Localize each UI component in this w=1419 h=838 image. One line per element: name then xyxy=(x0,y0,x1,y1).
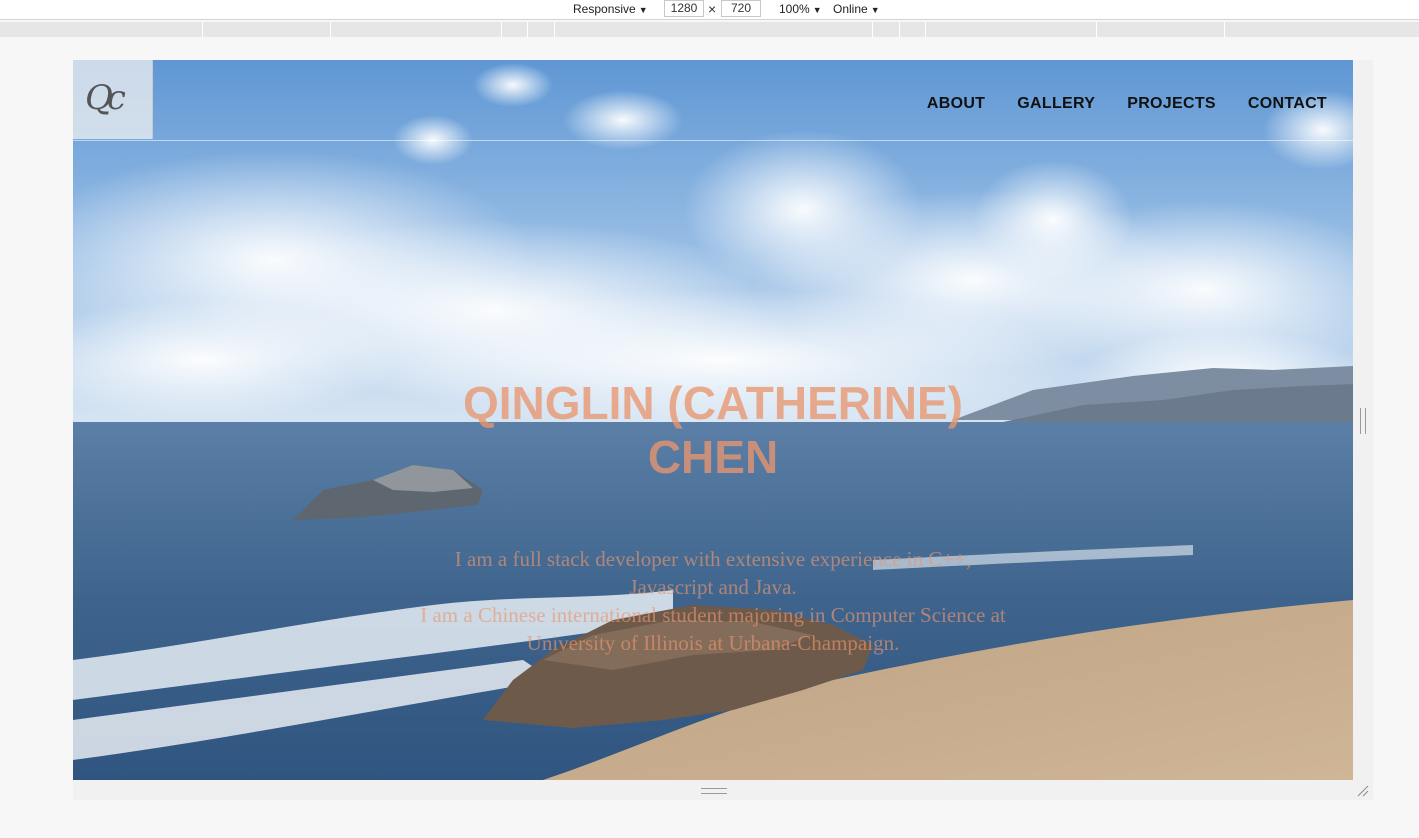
mq-divider xyxy=(925,22,926,37)
main-nav: ABOUT GALLERY PROJECTS CONTACT xyxy=(927,95,1327,113)
network-caret-icon: ▼ xyxy=(870,5,880,15)
device-select[interactable]: Responsive ▼ xyxy=(573,2,648,17)
resize-corner-icon[interactable] xyxy=(1356,784,1370,798)
hero-intro: I am a full stack developer with extensi… xyxy=(373,545,1053,657)
mq-divider xyxy=(1096,22,1097,37)
site-logo[interactable]: Qc xyxy=(73,60,153,139)
mq-divider xyxy=(1224,22,1225,37)
emulated-viewport: Qc ABOUT GALLERY PROJECTS CONTACT QINGLI… xyxy=(73,60,1353,780)
network-label: Online xyxy=(833,2,868,16)
nav-gallery[interactable]: GALLERY xyxy=(1017,95,1095,113)
mq-divider xyxy=(554,22,555,37)
zoom-label: 100% xyxy=(779,2,810,16)
hero-intro-line: I am a Chinese international student maj… xyxy=(420,603,1006,627)
mq-divider xyxy=(899,22,900,37)
hero-title: QINGLIN (CATHERINE) CHEN xyxy=(413,376,1013,484)
height-input[interactable]: 720 xyxy=(721,0,761,17)
hero-title-line-1: QINGLIN (CATHERINE) xyxy=(462,377,963,429)
nav-contact[interactable]: CONTACT xyxy=(1248,95,1327,113)
mq-divider xyxy=(330,22,331,37)
zoom-caret-icon: ▼ xyxy=(812,5,822,15)
resize-height-handle[interactable] xyxy=(701,788,727,794)
device-label: Responsive xyxy=(573,2,636,16)
mq-divider xyxy=(527,22,528,37)
hero-title-line-2: CHEN xyxy=(647,431,779,483)
hero-intro-line: University of Illinois at Urbana-Champai… xyxy=(526,631,900,655)
mq-divider xyxy=(872,22,873,37)
mq-divider xyxy=(501,22,502,37)
dimension-separator: × xyxy=(708,1,717,17)
width-input[interactable]: 1280 xyxy=(664,0,704,17)
device-toolbar: Responsive ▼ 1280 × 720 100% ▼ Online ▼ xyxy=(0,0,1419,20)
nav-projects[interactable]: PROJECTS xyxy=(1127,95,1216,113)
nav-about[interactable]: ABOUT xyxy=(927,95,985,113)
resize-width-handle[interactable] xyxy=(1360,408,1366,434)
hero-intro-line: Javascript and Java. xyxy=(629,575,797,599)
media-query-bar[interactable] xyxy=(0,22,1419,37)
hero-intro-line: I am a full stack developer with extensi… xyxy=(454,547,972,571)
network-select[interactable]: Online ▼ xyxy=(833,2,880,17)
device-caret-icon: ▼ xyxy=(638,5,648,15)
logo-monogram: Qc xyxy=(85,78,126,118)
site-header: Qc ABOUT GALLERY PROJECTS CONTACT xyxy=(73,60,1353,141)
mq-divider xyxy=(202,22,203,37)
zoom-select[interactable]: 100% ▼ xyxy=(779,2,822,17)
